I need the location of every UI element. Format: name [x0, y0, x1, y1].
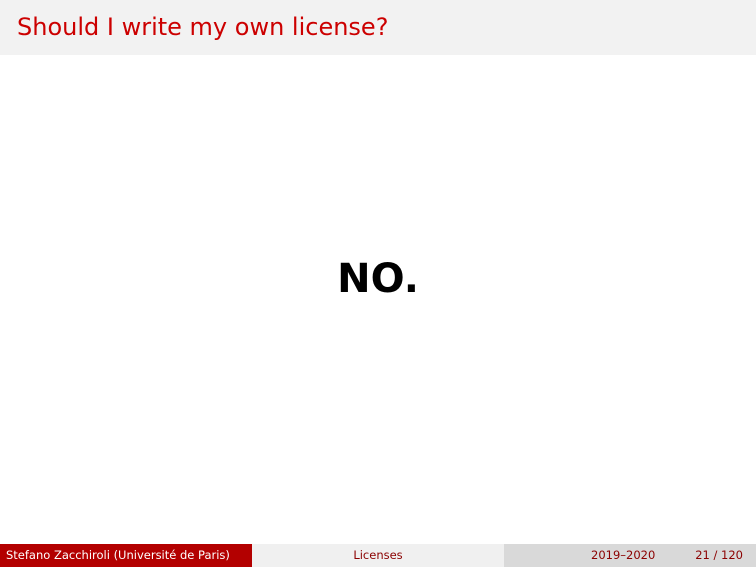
- footer-bar: Stefano Zacchiroli (Université de Paris)…: [0, 544, 756, 567]
- footer-date: 2019–2020: [591, 548, 656, 562]
- title-bar: Should I write my own license?: [0, 0, 756, 55]
- footer-page-number: 21 / 120: [695, 548, 743, 562]
- slide-title: Should I write my own license?: [17, 13, 389, 41]
- slide-body: NO.: [0, 55, 756, 544]
- footer-author: Stefano Zacchiroli (Université de Paris): [0, 544, 252, 567]
- footer-info: 2019–2020 21 / 120: [504, 544, 756, 567]
- answer-text: NO.: [337, 256, 419, 302]
- footer-topic: Licenses: [252, 544, 504, 567]
